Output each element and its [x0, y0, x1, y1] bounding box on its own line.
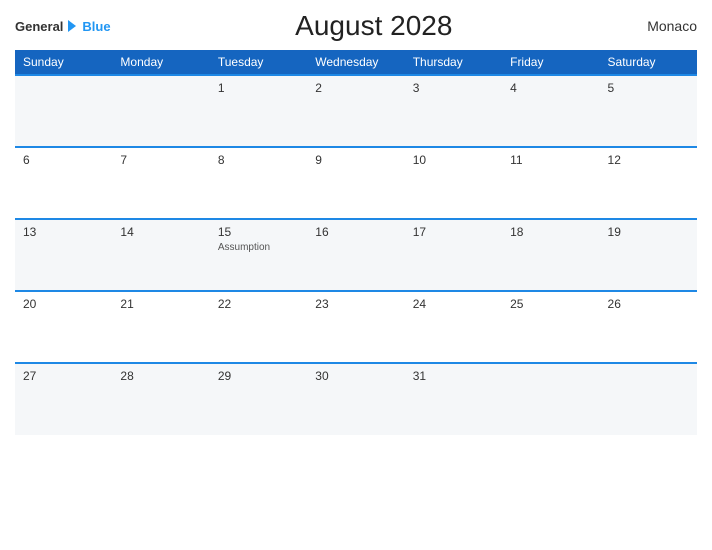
day-number: 6: [23, 153, 104, 167]
calendar-cell: [112, 75, 209, 147]
calendar-cell: 14: [112, 219, 209, 291]
calendar-cell: 25: [502, 291, 599, 363]
calendar-cell: 29: [210, 363, 307, 435]
day-number: 16: [315, 225, 396, 239]
calendar-cell: 1: [210, 75, 307, 147]
day-number: 27: [23, 369, 104, 383]
calendar-week-row: 13 14 15 Assumption 16 17 18 19: [15, 219, 697, 291]
calendar-cell: 13: [15, 219, 112, 291]
calendar-cell: 5: [600, 75, 697, 147]
calendar-body: 123456789101112131415Assumption161718192…: [15, 75, 697, 435]
calendar-cell: 4: [502, 75, 599, 147]
page: General Blue August 2028 Monaco Sunday M…: [0, 0, 712, 550]
calendar-header: Sunday Monday Tuesday Wednesday Thursday…: [15, 50, 697, 75]
calendar-cell: 9: [307, 147, 404, 219]
day-number: 14: [120, 225, 201, 239]
day-number: 12: [608, 153, 689, 167]
day-number: 9: [315, 153, 396, 167]
day-number: 10: [413, 153, 494, 167]
header: General Blue August 2028 Monaco: [15, 10, 697, 42]
calendar-cell: 12: [600, 147, 697, 219]
calendar-title: August 2028: [111, 10, 637, 42]
day-number: 23: [315, 297, 396, 311]
calendar-cell: 23: [307, 291, 404, 363]
calendar-cell: 24: [405, 291, 502, 363]
calendar-cell: 3: [405, 75, 502, 147]
day-number: 4: [510, 81, 591, 95]
day-number: 20: [23, 297, 104, 311]
calendar-cell: 10: [405, 147, 502, 219]
calendar-week-row: 6 7 8 9 10 11 12: [15, 147, 697, 219]
header-sunday: Sunday: [15, 50, 112, 75]
calendar-cell: 15 Assumption: [210, 219, 307, 291]
calendar-cell: [502, 363, 599, 435]
day-number: 24: [413, 297, 494, 311]
day-event: Assumption: [218, 242, 299, 253]
logo-blue-text: Blue: [82, 19, 110, 34]
day-number: 25: [510, 297, 591, 311]
day-number: 22: [218, 297, 299, 311]
calendar-cell: 20: [15, 291, 112, 363]
calendar-cell: 19: [600, 219, 697, 291]
day-number: 3: [413, 81, 494, 95]
logo-triangle-icon: [68, 20, 76, 32]
calendar-cell: 28: [112, 363, 209, 435]
calendar-table: Sunday Monday Tuesday Wednesday Thursday…: [15, 50, 697, 435]
day-number: 7: [120, 153, 201, 167]
calendar-cell: 16: [307, 219, 404, 291]
day-number: 13: [23, 225, 104, 239]
calendar-cell: [15, 75, 112, 147]
calendar-cell: 8: [210, 147, 307, 219]
calendar-cell: 30: [307, 363, 404, 435]
weekday-header-row: Sunday Monday Tuesday Wednesday Thursday…: [15, 50, 697, 75]
country-label: Monaco: [637, 18, 697, 34]
calendar-cell: 17: [405, 219, 502, 291]
day-number: 18: [510, 225, 591, 239]
calendar-week-row: 1 2 3 4 5: [15, 75, 697, 147]
calendar-cell: 22: [210, 291, 307, 363]
calendar-cell: 27: [15, 363, 112, 435]
calendar-cell: 18: [502, 219, 599, 291]
calendar-week-row: 20 21 22 23 24 25 26: [15, 291, 697, 363]
header-monday: Monday: [112, 50, 209, 75]
header-thursday: Thursday: [405, 50, 502, 75]
header-wednesday: Wednesday: [307, 50, 404, 75]
calendar-cell: 7: [112, 147, 209, 219]
day-number: 19: [608, 225, 689, 239]
day-number: 8: [218, 153, 299, 167]
day-number: 17: [413, 225, 494, 239]
day-number: 2: [315, 81, 396, 95]
day-number: 21: [120, 297, 201, 311]
calendar-cell: 11: [502, 147, 599, 219]
logo: General Blue: [15, 17, 111, 35]
calendar-week-row: 27 28 29 30 31: [15, 363, 697, 435]
logo-general-text: General: [15, 19, 63, 34]
calendar-cell: 21: [112, 291, 209, 363]
calendar-cell: 31: [405, 363, 502, 435]
day-number: 30: [315, 369, 396, 383]
calendar-cell: 6: [15, 147, 112, 219]
header-friday: Friday: [502, 50, 599, 75]
day-number: 1: [218, 81, 299, 95]
day-number: 29: [218, 369, 299, 383]
day-number: 5: [608, 81, 689, 95]
day-number: 26: [608, 297, 689, 311]
header-tuesday: Tuesday: [210, 50, 307, 75]
day-number: 28: [120, 369, 201, 383]
day-number: 15: [218, 225, 299, 239]
day-number: 11: [510, 153, 591, 167]
calendar-cell: 2: [307, 75, 404, 147]
calendar-cell: 26: [600, 291, 697, 363]
day-number: 31: [413, 369, 494, 383]
header-saturday: Saturday: [600, 50, 697, 75]
calendar-cell: [600, 363, 697, 435]
